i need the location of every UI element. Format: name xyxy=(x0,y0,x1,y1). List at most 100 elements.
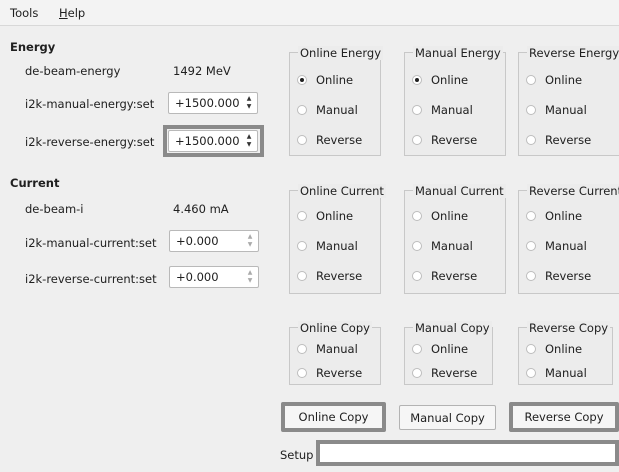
online-copy-button[interactable]: Online Copy xyxy=(281,402,386,432)
manual-current-option-manual[interactable]: Manual xyxy=(412,239,473,253)
online-current-group: Online Current Online Manual Reverse xyxy=(289,184,386,294)
reverse-current-spinbox[interactable]: +0.000 ▲ ▼ xyxy=(169,266,259,288)
radio-icon xyxy=(412,368,422,378)
online-current-option-reverse[interactable]: Reverse xyxy=(297,269,362,283)
radio-icon xyxy=(526,241,536,251)
option-label: Reverse xyxy=(545,133,592,147)
beam-current-label: de-beam-i xyxy=(25,202,84,216)
beam-energy-label: de-beam-energy xyxy=(25,64,121,78)
radio-icon xyxy=(526,271,536,281)
manual-copy-option-online[interactable]: Online xyxy=(412,342,468,356)
radio-icon xyxy=(297,344,307,354)
group-title: Manual Energy xyxy=(413,46,503,60)
energy-section-title: Energy xyxy=(10,40,56,54)
manual-current-label: i2k-manual-current:set xyxy=(25,236,157,250)
option-label: Online xyxy=(545,73,583,87)
radio-icon xyxy=(526,105,536,115)
spin-arrows-icon[interactable]: ▲ ▼ xyxy=(243,95,255,111)
online-current-option-manual[interactable]: Manual xyxy=(297,239,358,253)
online-copy-option-manual[interactable]: Manual xyxy=(297,342,358,356)
manual-energy-label: i2k-manual-energy:set xyxy=(25,97,155,111)
option-label: Manual xyxy=(545,366,587,380)
radio-icon xyxy=(412,271,422,281)
option-label: Reverse xyxy=(545,269,592,283)
menu-tools[interactable]: Tools xyxy=(10,6,38,20)
manual-copy-option-reverse[interactable]: Reverse xyxy=(412,366,477,380)
option-label: Manual xyxy=(316,342,358,356)
group-title: Online Copy xyxy=(298,321,372,335)
reverse-current-option-manual[interactable]: Manual xyxy=(526,239,587,253)
option-label: Manual xyxy=(545,239,587,253)
manual-energy-option-manual[interactable]: Manual xyxy=(412,103,473,117)
option-label: Manual xyxy=(316,239,358,253)
option-label: Manual xyxy=(431,239,473,253)
reverse-energy-group: Reverse Energy Online Manual Reverse xyxy=(518,46,619,156)
radio-icon xyxy=(297,271,307,281)
option-label: Online xyxy=(316,209,354,223)
reverse-current-option-reverse[interactable]: Reverse xyxy=(526,269,591,283)
manual-energy-input[interactable]: +1500.000 xyxy=(175,96,240,110)
online-energy-option-manual[interactable]: Manual xyxy=(297,103,358,117)
reverse-copy-option-online[interactable]: Online xyxy=(526,342,582,356)
group-title: Reverse Current xyxy=(527,184,619,198)
option-label: Manual xyxy=(431,103,473,117)
radio-icon xyxy=(526,211,536,221)
manual-current-spinbox[interactable]: +0.000 ▲ ▼ xyxy=(169,230,259,252)
radio-icon xyxy=(412,105,422,115)
spin-arrows-icon[interactable]: ▲ ▼ xyxy=(244,269,256,285)
manual-energy-option-online[interactable]: Online xyxy=(412,73,468,87)
beam-current-value: 4.460 mA xyxy=(173,202,229,216)
reverse-copy-group: Reverse Copy Online Manual xyxy=(518,321,613,385)
radio-icon xyxy=(297,75,307,85)
reverse-energy-label: i2k-reverse-energy:set xyxy=(25,135,155,149)
option-label: Online xyxy=(431,73,469,87)
manual-current-group: Manual Current Online Manual Reverse xyxy=(404,184,506,294)
reverse-energy-spinbox[interactable]: +1500.000 ▲ ▼ xyxy=(168,130,258,152)
online-energy-option-reverse[interactable]: Reverse xyxy=(297,133,362,147)
group-title: Reverse Energy xyxy=(527,46,619,60)
radio-icon xyxy=(526,75,536,85)
option-label: Reverse xyxy=(431,269,478,283)
manual-current-option-reverse[interactable]: Reverse xyxy=(412,269,477,283)
reverse-current-option-online[interactable]: Online xyxy=(526,209,582,223)
radio-icon xyxy=(526,135,536,145)
reverse-current-input[interactable]: +0.000 xyxy=(176,270,219,284)
option-label: Reverse xyxy=(316,269,363,283)
online-energy-option-online[interactable]: Online xyxy=(297,73,353,87)
manual-current-input[interactable]: +0.000 xyxy=(176,234,219,248)
reverse-copy-button[interactable]: Reverse Copy xyxy=(509,402,619,432)
manual-current-option-online[interactable]: Online xyxy=(412,209,468,223)
radio-icon xyxy=(297,105,307,115)
option-label: Reverse xyxy=(316,133,363,147)
radio-icon xyxy=(412,211,422,221)
menu-help[interactable]: Help xyxy=(59,6,85,20)
online-current-option-online[interactable]: Online xyxy=(297,209,353,223)
option-label: Reverse xyxy=(431,366,478,380)
manual-energy-spinbox[interactable]: +1500.000 ▲ ▼ xyxy=(168,92,258,114)
manual-energy-group: Manual Energy Online Manual Reverse xyxy=(404,46,506,156)
online-copy-option-reverse[interactable]: Reverse xyxy=(297,366,362,380)
reverse-copy-option-manual[interactable]: Manual xyxy=(526,366,587,380)
option-label: Online xyxy=(316,73,354,87)
option-label: Reverse xyxy=(316,366,363,380)
radio-icon xyxy=(297,211,307,221)
setup-input[interactable] xyxy=(316,440,619,466)
group-title: Online Current xyxy=(298,184,386,198)
group-title: Manual Current xyxy=(413,184,506,198)
spin-arrows-icon[interactable]: ▲ ▼ xyxy=(244,233,256,249)
reverse-energy-option-online[interactable]: Online xyxy=(526,73,582,87)
spin-arrows-icon[interactable]: ▲ ▼ xyxy=(243,133,255,149)
group-title: Reverse Copy xyxy=(527,321,611,335)
radio-icon xyxy=(412,75,422,85)
reverse-energy-option-manual[interactable]: Manual xyxy=(526,103,587,117)
option-label: Reverse xyxy=(431,133,478,147)
reverse-energy-option-reverse[interactable]: Reverse xyxy=(526,133,591,147)
current-section-title: Current xyxy=(10,176,60,190)
option-label: Online xyxy=(545,209,583,223)
reverse-energy-input[interactable]: +1500.000 xyxy=(175,134,240,148)
option-label: Manual xyxy=(316,103,358,117)
beam-energy-value: 1492 MeV xyxy=(173,64,231,78)
manual-copy-button[interactable]: Manual Copy xyxy=(399,405,496,430)
radio-icon xyxy=(412,241,422,251)
manual-energy-option-reverse[interactable]: Reverse xyxy=(412,133,477,147)
